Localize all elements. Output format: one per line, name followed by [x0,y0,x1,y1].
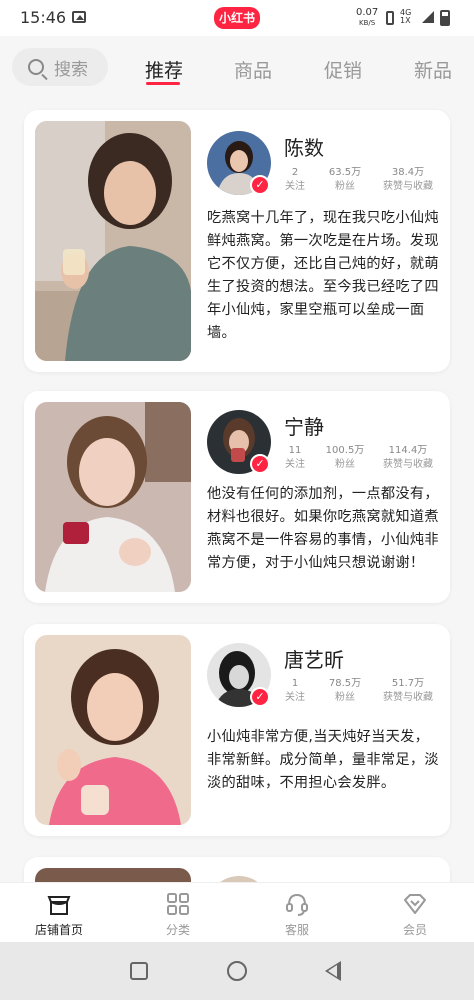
fans-count: 100.5万 [325,445,365,456]
fans-label: 粉丝 [335,459,355,470]
likes-count: 114.4万 [388,445,428,456]
fans-stat: 78.5万 粉丝 [320,677,370,705]
celebrity-name: 唐艺昕 [284,648,344,672]
recents-button[interactable] [130,962,148,980]
fans-count: 78.5万 [328,678,362,689]
celebrity-quote: 小仙炖非常方便,当天炖好当天发，非常新鲜。成分简单，量非常足，淡淡的甜味，不用担… [207,729,439,791]
headset-icon [286,893,308,916]
fans-count: 63.5万 [328,167,362,178]
battery-icon [440,10,450,26]
home-button[interactable] [227,961,247,981]
image-notification-icon [72,11,86,23]
fans-stat: 63.5万 粉丝 [320,166,370,194]
search-box[interactable]: 搜索 [12,48,108,86]
follow-label: 关注 [285,181,305,192]
status-bar: 15:46 小红书 0.07 KB/S 4G 1X [0,0,474,36]
back-button[interactable] [325,961,341,981]
system-nav-bar [0,942,474,1000]
signal-labels: 4G 1X [400,9,411,25]
grid-icon [167,893,189,915]
celebrity-name: 陈数 [284,136,324,160]
nav-store-home[interactable]: 店铺首页 [19,891,99,938]
search-placeholder: 搜索 [54,59,88,80]
nav-customer-service-label: 客服 [284,923,309,937]
status-time: 15:46 [20,8,67,27]
celebrity-photo [35,121,191,361]
top-tabs-bar: 搜索 推荐 商品 促销 新品 [0,36,474,104]
fans-label: 粉丝 [335,692,355,703]
likes-label: 获赞与收藏 [383,181,433,192]
follow-count: 2 [291,167,299,178]
fans-stat: 100.5万 粉丝 [318,444,372,472]
likes-stat: 38.4万 获赞与收藏 [378,166,438,194]
likes-stat: 51.7万 获赞与收藏 [378,677,438,705]
follow-stat: 11 关注 [282,444,308,472]
tab-new[interactable]: 新品 [414,56,452,83]
celebrity-card[interactable]: ✓ 陈数 2 关注 63.5万 粉丝 38.4万 获赞与收藏 吃燕窝十几年了，现… [24,110,450,372]
celebrity-card[interactable]: ✓ 宁静 11 关注 100.5万 粉丝 114.4万 获赞与收藏 他没有任何的… [24,391,450,603]
likes-label: 获赞与收藏 [383,692,433,703]
net-speed-unit: KB/S [359,19,376,27]
follow-count: 11 [288,445,302,456]
follow-label: 关注 [285,459,305,470]
follow-stat: 1 关注 [282,677,308,705]
verified-check-icon: ✓ [250,687,270,707]
celebrity-photo [35,402,191,592]
active-tab-indicator [146,82,180,85]
tab-products[interactable]: 商品 [234,56,272,83]
celebrity-card[interactable]: ✓ 唐艺昕 1 关注 78.5万 粉丝 51.7万 获赞与收藏 小仙炖非常方便,… [24,624,450,836]
xiaohongshu-badge: 小红书 [214,7,260,29]
nav-category-label: 分类 [165,923,190,937]
tab-recommend[interactable]: 推荐 [145,56,183,83]
celebrity-quote: 他没有任何的添加剂，一点都没有，材料也很好。如果你吃燕窝就知道煮燕窝不是一件容易… [207,486,439,571]
tab-promotions[interactable]: 促销 [324,56,362,83]
fans-label: 粉丝 [335,181,355,192]
celebrity-name: 宁静 [284,415,324,439]
verified-check-icon: ✓ [250,175,270,195]
likes-count: 38.4万 [391,167,425,178]
net-speed: 0.07 KB/S [356,8,378,28]
nav-membership-label: 会员 [402,923,427,937]
celebrity-quote: 吃燕窝十几年了，现在我只吃小仙炖鲜炖燕窝。第一次吃是在片场。发现它不仅方便，还比… [207,210,439,341]
bottom-nav: 店铺首页 分类 客服 会员 [0,882,474,942]
search-icon [28,59,44,75]
celebrity-photo [35,635,191,825]
nav-store-home-label: 店铺首页 [34,923,83,937]
verified-check-icon: ✓ [250,454,270,474]
store-icon [47,896,71,915]
signal-1x-label: 1X [400,16,411,25]
nav-category[interactable]: 分类 [138,891,218,938]
likes-count: 51.7万 [391,678,425,689]
signal-icon [422,11,434,23]
follow-stat: 2 关注 [282,166,308,194]
nav-customer-service[interactable]: 客服 [257,891,337,938]
follow-count: 1 [291,678,299,689]
nav-membership[interactable]: 会员 [375,891,455,938]
app-screen: 15:46 小红书 0.07 KB/S 4G 1X 搜索 推荐 商品 促销 新品 [0,0,474,1000]
vibrate-icon [386,11,394,25]
net-speed-value: 0.07 [356,7,379,18]
diamond-icon [404,894,426,914]
follow-label: 关注 [285,692,305,703]
likes-label: 获赞与收藏 [383,459,433,470]
likes-stat: 114.4万 获赞与收藏 [378,444,438,472]
